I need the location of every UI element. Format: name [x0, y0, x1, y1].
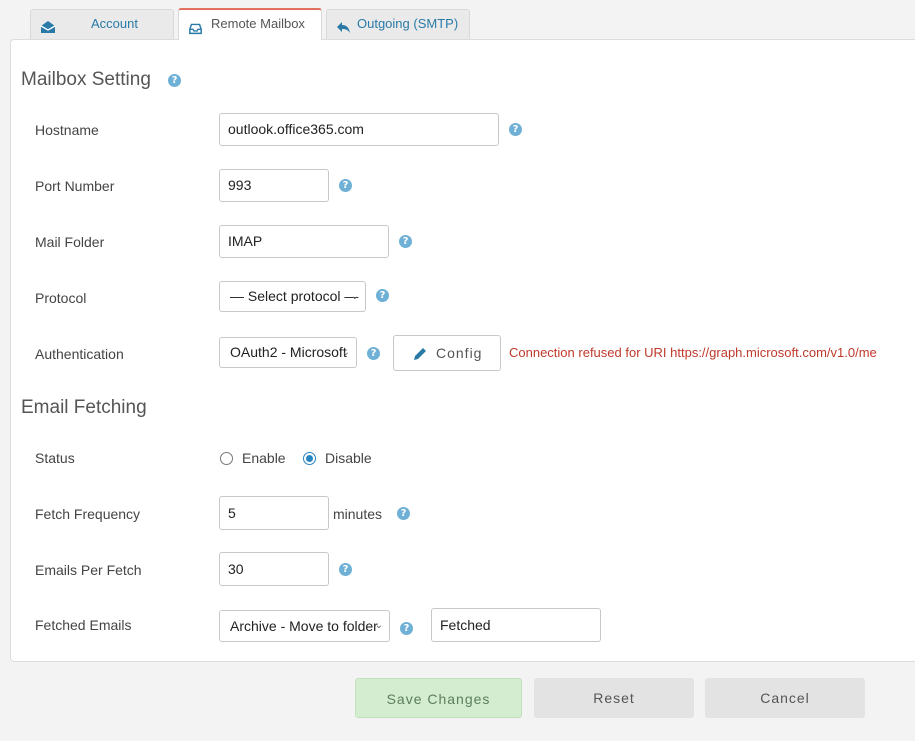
- save-changes-button[interactable]: Save Changes: [355, 678, 522, 718]
- config-button-label: Config: [436, 345, 483, 361]
- protocol-select-value: — Select protocol —: [230, 288, 359, 304]
- port-number-input[interactable]: 993: [219, 169, 329, 202]
- email-fetching-title: Email Fetching: [21, 397, 147, 418]
- authentication-label: Authentication: [35, 346, 124, 362]
- port-number-help-icon[interactable]: ?: [339, 179, 352, 192]
- tab-account-label: Account: [91, 16, 138, 31]
- protocol-select[interactable]: — Select protocol — ⌄: [219, 281, 366, 312]
- hostname-help-icon[interactable]: ?: [509, 123, 522, 136]
- protocol-help-icon[interactable]: ?: [376, 289, 389, 302]
- protocol-label: Protocol: [35, 290, 87, 306]
- cancel-button[interactable]: Cancel: [705, 678, 865, 718]
- envelope-open-icon: [40, 21, 56, 33]
- fetched-emails-help-icon[interactable]: ?: [400, 622, 413, 635]
- authentication-select[interactable]: OAuth2 - Microsoft ⌄: [219, 337, 357, 368]
- fetch-frequency-input[interactable]: 5: [219, 496, 329, 530]
- pencil-icon: [414, 348, 426, 360]
- chevron-down-icon: ⌄: [341, 347, 350, 358]
- status-enable-radio[interactable]: [220, 452, 233, 465]
- tab-account[interactable]: Account: [30, 9, 174, 39]
- tab-outgoing-smtp-label: Outgoing (SMTP): [357, 16, 459, 31]
- connection-error-message: Connection refused for URI https://graph…: [509, 345, 877, 360]
- emails-per-fetch-label: Emails Per Fetch: [35, 562, 142, 578]
- config-button[interactable]: Config: [393, 335, 501, 371]
- fetch-frequency-label: Fetch Frequency: [35, 506, 141, 522]
- authentication-help-icon[interactable]: ?: [367, 347, 380, 360]
- reply-icon: [337, 22, 350, 33]
- status-disable-radio[interactable]: [303, 452, 316, 465]
- fetched-folder-input[interactable]: Fetched: [431, 608, 601, 642]
- hostname-label: Hostname: [35, 122, 99, 138]
- tab-remote-mailbox[interactable]: Remote Mailbox: [178, 8, 322, 40]
- status-disable-label[interactable]: Disable: [325, 450, 372, 466]
- chevron-down-icon: ⌄: [350, 291, 359, 302]
- port-number-label: Port Number: [35, 178, 115, 194]
- authentication-select-value: OAuth2 - Microsoft: [230, 344, 347, 360]
- hostname-input[interactable]: outlook.office365.com: [219, 113, 499, 146]
- tab-outgoing-smtp[interactable]: Outgoing (SMTP): [326, 9, 470, 39]
- fetched-emails-label: Fetched Emails: [35, 617, 132, 633]
- fetch-frequency-help-icon[interactable]: ?: [397, 507, 410, 520]
- mailbox-setting-help-icon[interactable]: ?: [168, 74, 181, 87]
- inbox-icon: [189, 23, 202, 35]
- mail-folder-input[interactable]: IMAP: [219, 225, 389, 258]
- status-enable-label[interactable]: Enable: [242, 450, 286, 466]
- fetch-frequency-unit: minutes: [333, 506, 383, 522]
- emails-per-fetch-help-icon[interactable]: ?: [339, 563, 352, 576]
- chevron-down-icon: ⌄: [374, 620, 383, 631]
- fetched-emails-action-value: Archive - Move to folder: [230, 618, 378, 634]
- tab-remote-mailbox-label: Remote Mailbox: [211, 16, 305, 31]
- mail-folder-label: Mail Folder: [35, 234, 105, 250]
- reset-button[interactable]: Reset: [534, 678, 694, 718]
- mailbox-setting-title: Mailbox Setting: [21, 69, 151, 90]
- mail-folder-help-icon[interactable]: ?: [399, 235, 412, 248]
- emails-per-fetch-input[interactable]: 30: [219, 552, 329, 586]
- status-label: Status: [35, 450, 75, 466]
- tab-bar: Account Remote Mailbox Outgoing (SMTP): [0, 0, 915, 40]
- fetched-emails-action-select[interactable]: Archive - Move to folder ⌄: [219, 610, 390, 642]
